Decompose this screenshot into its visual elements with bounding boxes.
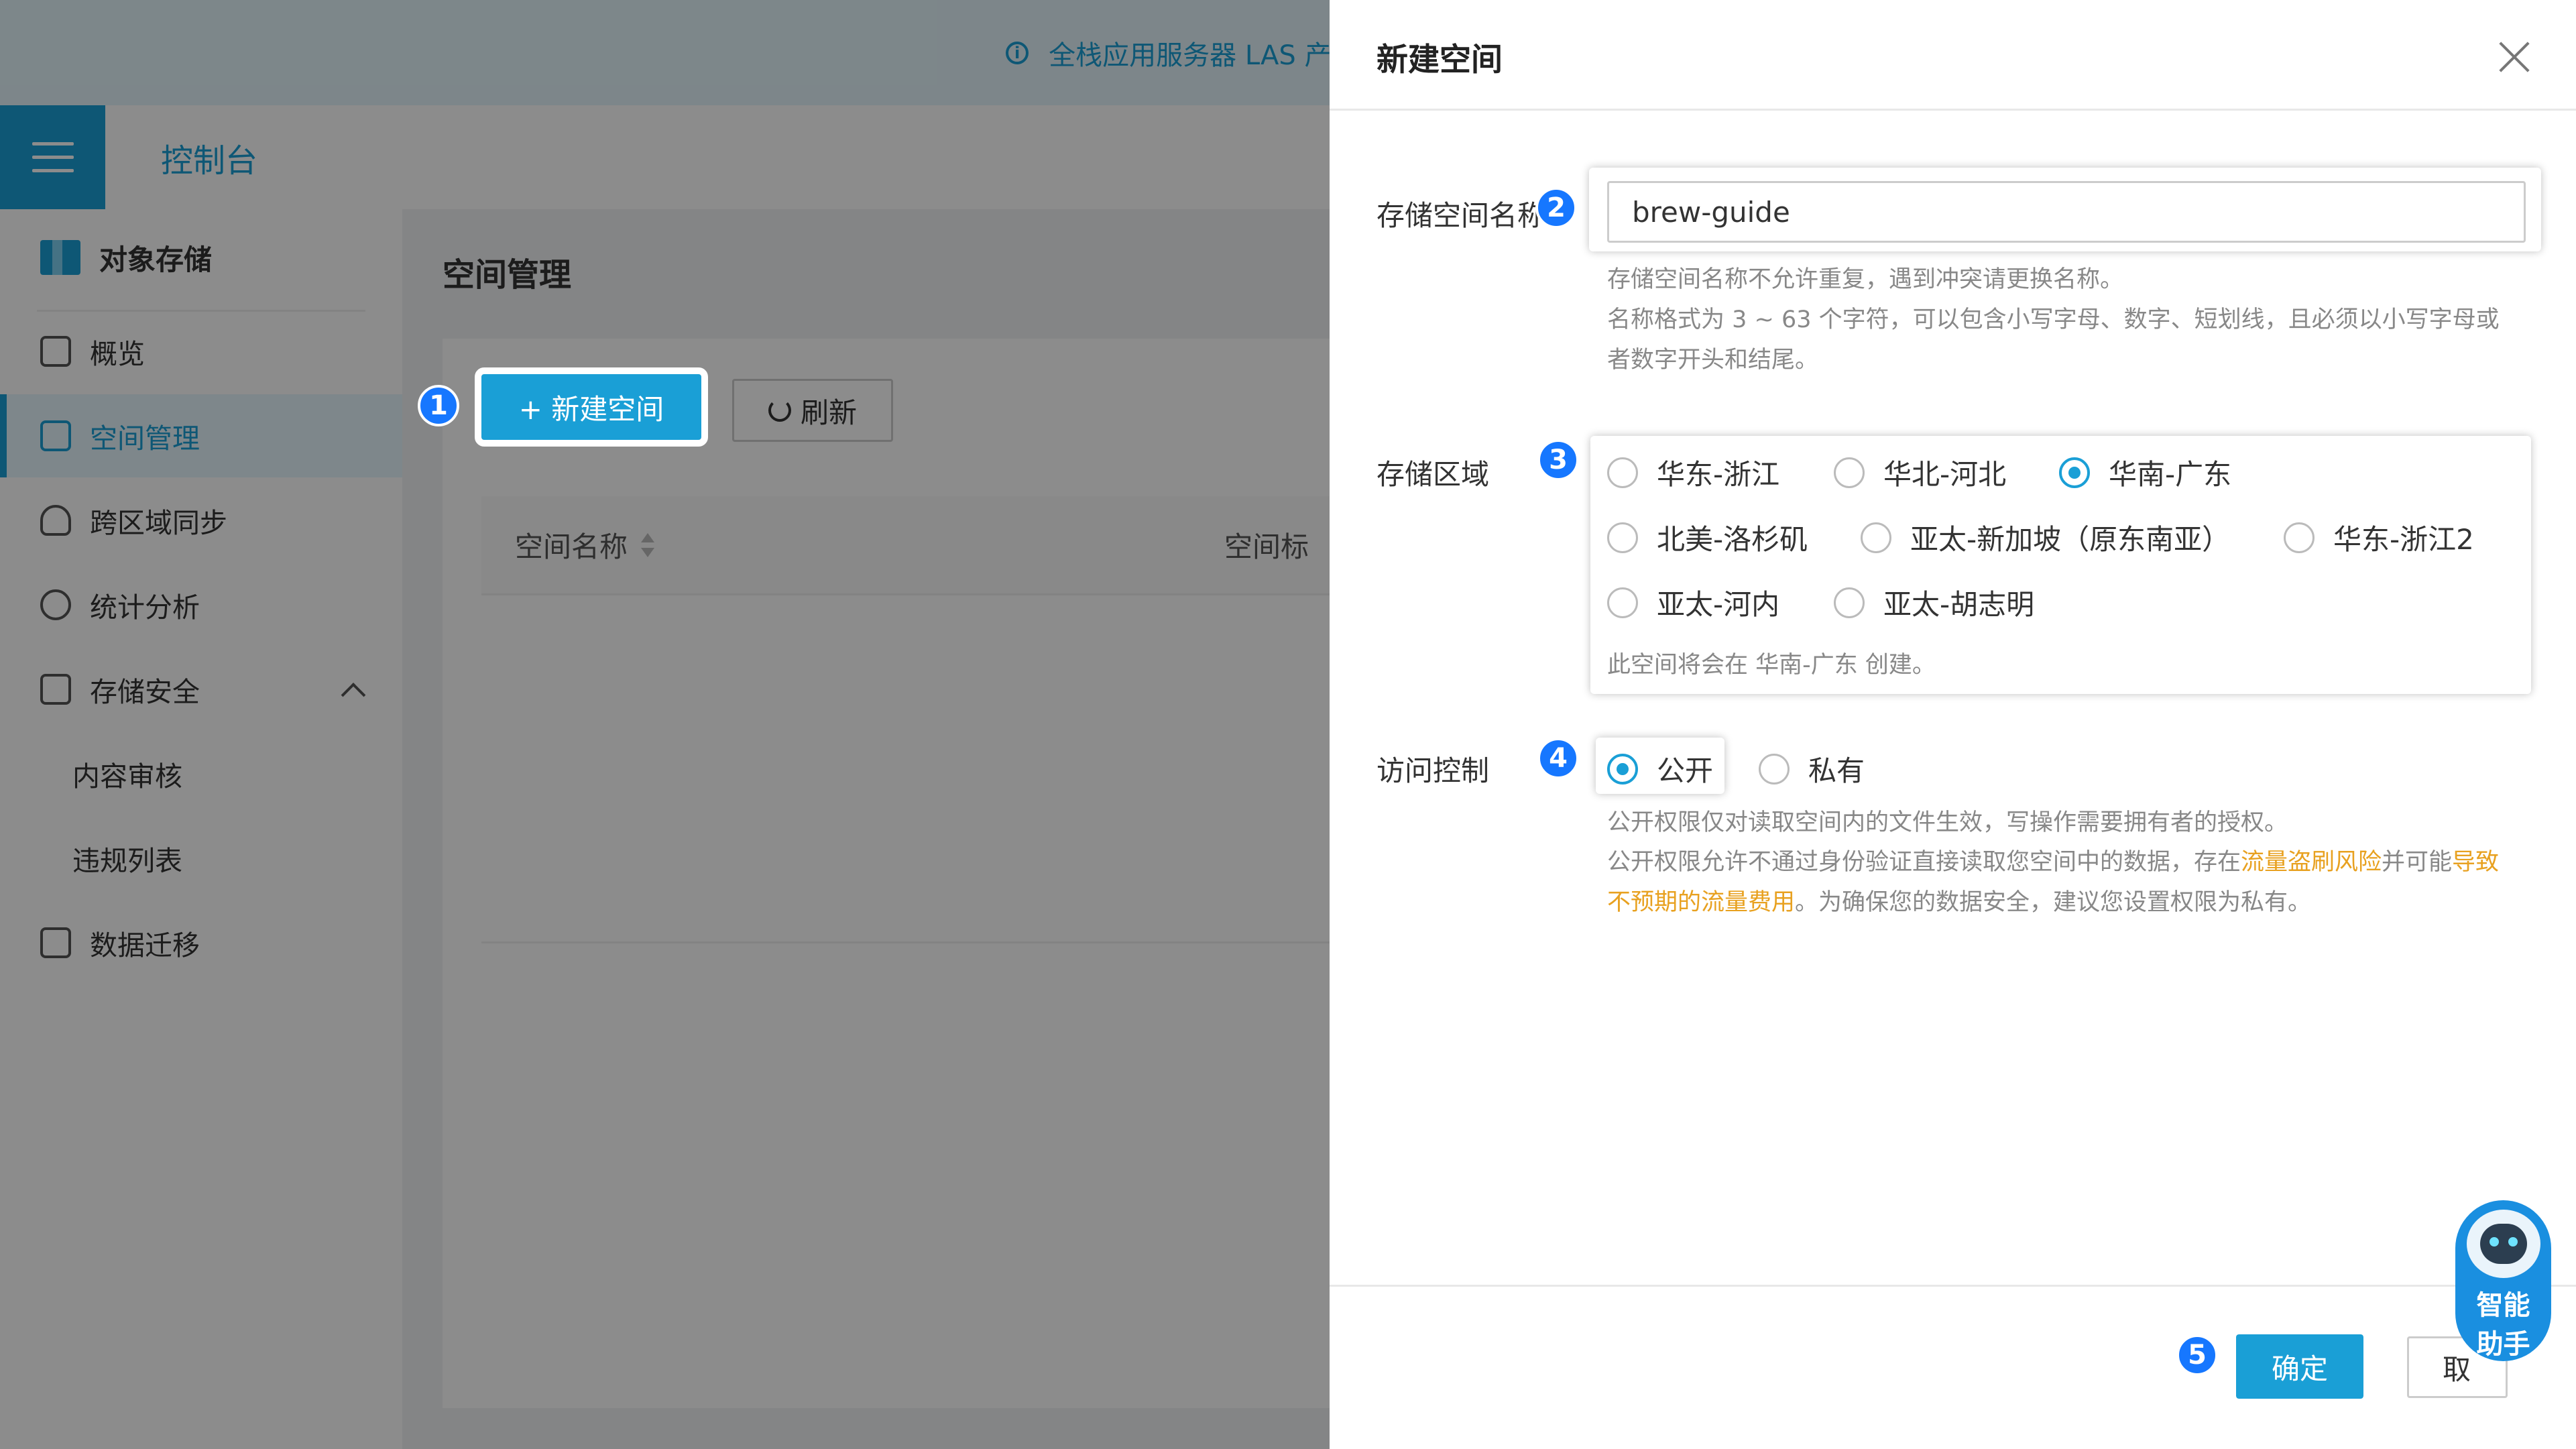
region-note: 此空间将会在 华南-广东 创建。 [1607,652,1936,679]
access-help-3: 不预期的流量费用。为确保您的数据安全，建议您设置权限为私有。 [1607,882,2311,923]
warning-link-cost[interactable]: 导致 [2452,849,2499,876]
radio-icon [1759,753,1790,785]
radio-icon [2284,522,2315,553]
step-badge-2: 2 [1535,187,1577,229]
region-option-ap-hanoi[interactable]: 亚太-河内 [1607,582,1779,623]
assistant-label-2: 助手 [2476,1329,2530,1360]
radio-checked-icon [1607,753,1638,785]
radio-label: 华南-广东 [2109,458,2232,491]
smart-assistant-button[interactable]: 智能 助手 [2455,1200,2551,1361]
warning-link-traffic-risk[interactable]: 流量盗刷风险 [2241,849,2382,876]
region-label: 存储区域 [1377,458,1490,491]
access-help-text: 并可能 [2382,849,2453,876]
new-bucket-button[interactable]: + 新建空间 [475,367,708,447]
warning-link-cost-cont[interactable]: 不预期的流量费用 [1607,889,1795,916]
region-option-east-zhejiang2[interactable]: 华东-浙江2 [2284,517,2474,558]
bucket-name-label: 存储空间名称 [1377,199,1546,232]
close-icon[interactable] [2494,37,2534,77]
radio-label: 亚太-胡志明 [1883,588,2035,621]
radio-label: 华北-河北 [1883,458,2007,491]
radio-checked-icon [2059,457,2090,488]
bucket-name-input[interactable]: brew-guide [1607,181,2526,243]
confirm-button[interactable]: 确定 [2229,1328,2370,1405]
radio-icon [1834,457,1865,488]
access-help-text: 。为确保您的数据安全，建议您设置权限为私有。 [1795,889,2312,916]
radio-label: 华东-浙江 [1657,458,1780,491]
drawer-header-divider [1330,109,2576,111]
robot-avatar-icon [2466,1210,2540,1278]
step-badge-1: 1 [418,385,459,426]
access-help-text: 公开权限允许不通过身份验证直接读取您空间中的数据，存在 [1607,849,2241,876]
radio-icon [1607,457,1638,488]
radio-icon [1834,587,1865,618]
region-option-north-hebei[interactable]: 华北-河北 [1834,452,2006,493]
access-option-private[interactable]: 私有 [1759,748,1865,789]
step-badge-3: 3 [1537,439,1579,481]
drawer-title: 新建空间 [1377,42,1503,78]
bucket-name-help-2: 名称格式为 3 ~ 63 个字符，可以包含小写字母、数字、短划线，且必须以小写字… [1607,306,2500,333]
assistant-label-1: 智能 [2476,1290,2530,1321]
bucket-name-help-1: 存储空间名称不允许重复，遇到冲突请更换名称。 [1607,266,2124,293]
region-option-na-losangeles[interactable]: 北美-洛杉矶 [1607,517,1808,558]
radio-icon [1607,522,1638,553]
radio-label: 北美-洛杉矶 [1657,523,1808,556]
access-help-2: 公开权限允许不通过身份验证直接读取您空间中的数据，存在流量盗刷风险并可能导致 [1607,842,2499,882]
radio-label: 亚太-新加坡（原东南亚） [1910,523,2231,556]
drawer-footer-divider [1330,1285,2576,1287]
radio-label: 亚太-河内 [1657,588,1780,621]
radio-label: 私有 [1808,754,1865,787]
radio-icon [1861,522,1891,553]
region-option-ap-hochiminh[interactable]: 亚太-胡志明 [1834,582,2034,623]
access-label: 访问控制 [1377,754,1490,787]
bucket-name-help-3: 者数字开头和结尾。 [1607,347,1819,373]
radio-label: 华东-浙江2 [2333,523,2474,556]
access-option-public[interactable]: 公开 [1607,748,1713,789]
step-badge-5: 5 [2176,1334,2218,1376]
region-option-east-zhejiang[interactable]: 华东-浙江 [1607,452,1779,493]
radio-label: 公开 [1657,754,1714,787]
radio-icon [1607,587,1638,618]
access-help-1: 公开权限仅对读取空间内的文件生效，写操作需要拥有者的授权。 [1607,809,2288,836]
modal-overlay[interactable] [0,0,1330,1449]
step-badge-4: 4 [1537,738,1579,779]
region-option-south-guangdong[interactable]: 华南-广东 [2059,452,2231,493]
region-option-ap-singapore[interactable]: 亚太-新加坡（原东南亚） [1861,517,2230,558]
